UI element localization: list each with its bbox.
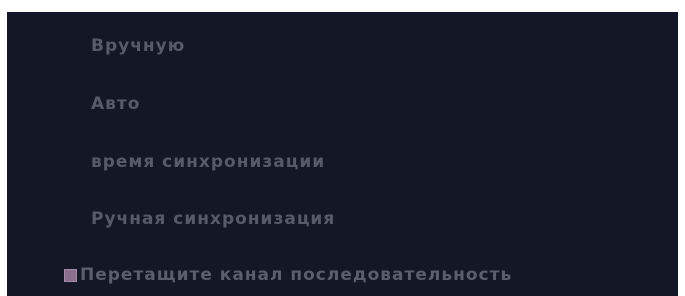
drag-channel-sequence-checkbox[interactable] bbox=[64, 268, 77, 282]
drag-channel-sequence-option[interactable]: Перетащите канал последовательность bbox=[64, 265, 512, 285]
option-manual-sync[interactable]: Ручная синхронизация bbox=[91, 209, 335, 229]
drag-channel-sequence-label: Перетащите канал последовательность bbox=[80, 265, 513, 285]
option-manual[interactable]: Вручную bbox=[91, 36, 185, 56]
settings-panel: Вручную Авто время синхронизации Ручная … bbox=[7, 12, 678, 296]
option-auto[interactable]: Авто bbox=[91, 94, 140, 114]
option-sync-time[interactable]: время синхронизации bbox=[91, 152, 325, 172]
